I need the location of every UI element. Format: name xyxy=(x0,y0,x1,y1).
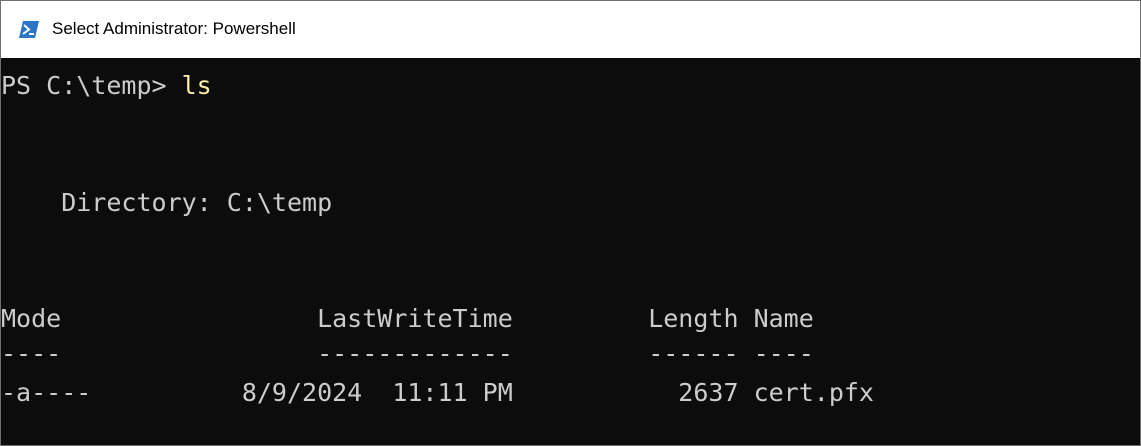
powershell-icon xyxy=(19,21,39,38)
command-text: ls xyxy=(181,71,212,100)
prompt-line: PS C:\temp> ls xyxy=(1,71,212,101)
prompt: PS C:\temp> xyxy=(1,71,182,100)
directory-line: Directory: C:\temp xyxy=(1,188,333,217)
powershell-window: Select Administrator: Powershell PS C:\t… xyxy=(0,0,1141,446)
file-row: -a---- 8/9/2024 11:11 PM 2637 cert.pfx xyxy=(1,378,874,407)
console-output[interactable]: PS C:\temp> ls Directory: C:\temp Mode L… xyxy=(1,58,1140,445)
window-title: Select Administrator: Powershell xyxy=(52,19,296,38)
column-separator-line: ---- ------------- ------ ---- xyxy=(1,339,814,368)
column-header-line: Mode LastWriteTime Length Name xyxy=(1,304,814,333)
title-bar[interactable]: Select Administrator: Powershell xyxy=(1,1,1140,58)
